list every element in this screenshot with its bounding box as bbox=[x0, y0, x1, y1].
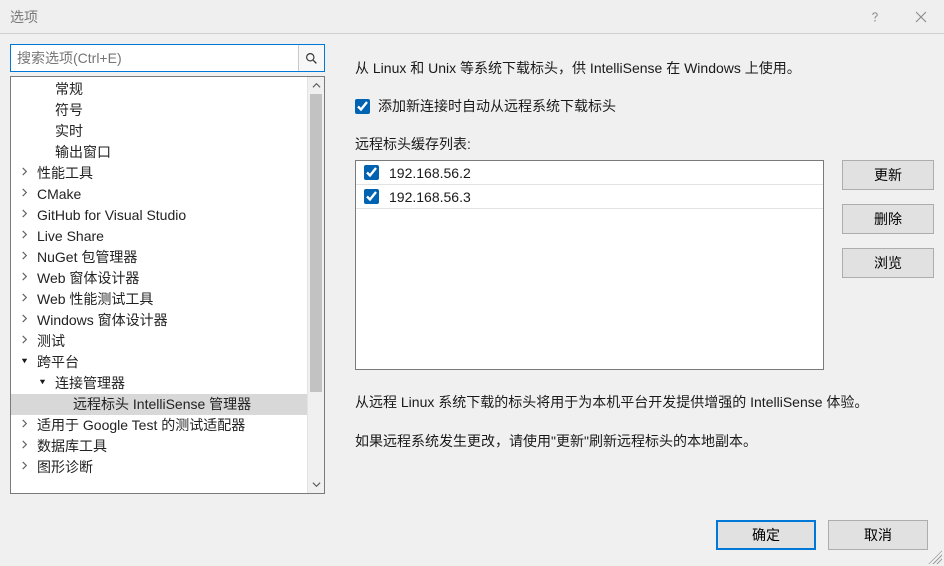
chevron-right-icon[interactable] bbox=[17, 331, 31, 352]
cache-side-buttons: 更新 删除 浏览 bbox=[842, 160, 934, 370]
tree-item[interactable]: Web 性能测试工具 bbox=[11, 289, 307, 310]
auto-download-row[interactable]: 添加新连接时自动从远程系统下载标头 bbox=[355, 96, 934, 116]
panel-description: 从 Linux 和 Unix 等系统下载标头，供 IntelliSense 在 … bbox=[355, 58, 934, 78]
chevron-right-icon[interactable] bbox=[17, 205, 31, 226]
tree-item[interactable]: 输出窗口 bbox=[11, 142, 307, 163]
chevron-right-icon[interactable] bbox=[17, 457, 31, 478]
chevron-right-icon[interactable] bbox=[17, 226, 31, 247]
help-icon bbox=[869, 11, 881, 23]
tree-item-label: 符号 bbox=[55, 100, 83, 121]
help-button[interactable] bbox=[852, 0, 898, 34]
dialog-button-row: 确定 取消 bbox=[716, 520, 928, 550]
tree-item-label: 性能工具 bbox=[37, 163, 93, 184]
browse-button[interactable]: 浏览 bbox=[842, 248, 934, 278]
dialog-body: 常规符号实时输出窗口性能工具CMakeGitHub for Visual Stu… bbox=[0, 34, 944, 494]
tree-item-label: Web 窗体设计器 bbox=[37, 268, 139, 289]
scroll-up[interactable] bbox=[308, 77, 324, 94]
tree-item-label: 跨平台 bbox=[37, 352, 79, 373]
note-2: 如果远程系统发生更改，请使用"更新"刷新远程标头的本地副本。 bbox=[355, 431, 934, 452]
tree-item-label: 适用于 Google Test 的测试适配器 bbox=[37, 415, 245, 436]
chevron-right-icon[interactable] bbox=[17, 163, 31, 184]
chevron-right-icon[interactable] bbox=[17, 310, 31, 331]
note-1: 从远程 Linux 系统下载的标头将用于为本机平台开发提供增强的 Intelli… bbox=[355, 392, 934, 413]
update-button[interactable]: 更新 bbox=[842, 160, 934, 190]
tree-scrollbar[interactable] bbox=[307, 77, 324, 493]
scroll-down[interactable] bbox=[308, 476, 324, 493]
cache-item-checkbox[interactable] bbox=[364, 189, 379, 204]
cache-item-checkbox[interactable] bbox=[364, 165, 379, 180]
chevron-right-icon[interactable] bbox=[17, 184, 31, 205]
tree-item-label: 测试 bbox=[37, 331, 65, 352]
chevron-down-icon[interactable] bbox=[17, 352, 31, 373]
chevron-right-icon[interactable] bbox=[17, 247, 31, 268]
title-bar: 选项 bbox=[0, 0, 944, 34]
tree-item[interactable]: 常规 bbox=[11, 79, 307, 100]
tree-item-label: Live Share bbox=[37, 226, 104, 247]
tree-item-label: 实时 bbox=[55, 121, 83, 142]
cache-listbox[interactable]: 192.168.56.2 192.168.56.3 bbox=[355, 160, 824, 370]
tree-item[interactable]: 性能工具 bbox=[11, 163, 307, 184]
close-button[interactable] bbox=[898, 0, 944, 34]
panel-notes: 从远程 Linux 系统下载的标头将用于为本机平台开发提供增强的 Intelli… bbox=[355, 392, 934, 452]
tree-item[interactable]: 数据库工具 bbox=[11, 436, 307, 457]
tree-item[interactable]: NuGet 包管理器 bbox=[11, 247, 307, 268]
scroll-thumb[interactable] bbox=[310, 94, 322, 392]
tree-item[interactable]: Windows 窗体设计器 bbox=[11, 310, 307, 331]
cache-list-label: 远程标头缓存列表: bbox=[355, 134, 934, 154]
search-box[interactable] bbox=[10, 44, 325, 72]
cache-item-label: 192.168.56.3 bbox=[389, 189, 471, 205]
search-input[interactable] bbox=[11, 45, 298, 71]
cache-list-item[interactable]: 192.168.56.3 bbox=[356, 185, 823, 209]
chevron-up-icon bbox=[312, 81, 321, 90]
close-icon bbox=[915, 11, 927, 23]
tree-item[interactable]: GitHub for Visual Studio bbox=[11, 205, 307, 226]
tree-item[interactable]: 测试 bbox=[11, 331, 307, 352]
tree-item-label: 远程标头 IntelliSense 管理器 bbox=[73, 394, 251, 415]
chevron-down-icon bbox=[312, 480, 321, 489]
tree-item-label: 连接管理器 bbox=[55, 373, 125, 394]
cache-item-label: 192.168.56.2 bbox=[389, 165, 471, 181]
delete-button[interactable]: 删除 bbox=[842, 204, 934, 234]
tree-item-label: Web 性能测试工具 bbox=[37, 289, 153, 310]
cache-list-item[interactable]: 192.168.56.2 bbox=[356, 161, 823, 185]
cancel-button[interactable]: 取消 bbox=[828, 520, 928, 550]
chevron-down-icon[interactable] bbox=[35, 373, 49, 394]
scroll-track[interactable] bbox=[308, 94, 324, 476]
tree-item[interactable]: Web 窗体设计器 bbox=[11, 268, 307, 289]
search-go-button[interactable] bbox=[298, 45, 324, 71]
tree-item-label: Windows 窗体设计器 bbox=[37, 310, 168, 331]
window-title: 选项 bbox=[10, 7, 852, 27]
tree-item-label: 图形诊断 bbox=[37, 457, 93, 478]
tree-item[interactable]: 跨平台 bbox=[11, 352, 307, 373]
ok-button[interactable]: 确定 bbox=[716, 520, 816, 550]
tree-item[interactable]: 适用于 Google Test 的测试适配器 bbox=[11, 415, 307, 436]
tree-item-label: 数据库工具 bbox=[37, 436, 107, 457]
tree-item[interactable]: 图形诊断 bbox=[11, 457, 307, 478]
tree-item[interactable]: 远程标头 IntelliSense 管理器 bbox=[11, 394, 307, 415]
tree-item[interactable]: 连接管理器 bbox=[11, 373, 307, 394]
tree-item[interactable]: 实时 bbox=[11, 121, 307, 142]
tree-item-label: CMake bbox=[37, 184, 81, 205]
chevron-right-icon[interactable] bbox=[17, 436, 31, 457]
tree-item[interactable]: Live Share bbox=[11, 226, 307, 247]
resize-grip[interactable] bbox=[928, 550, 942, 564]
left-column: 常规符号实时输出窗口性能工具CMakeGitHub for Visual Stu… bbox=[10, 44, 325, 494]
auto-download-checkbox[interactable] bbox=[355, 99, 370, 114]
chevron-right-icon[interactable] bbox=[17, 289, 31, 310]
tree-item-label: GitHub for Visual Studio bbox=[37, 205, 186, 226]
tree-item[interactable]: CMake bbox=[11, 184, 307, 205]
tree-item-label: 输出窗口 bbox=[55, 142, 111, 163]
auto-download-label: 添加新连接时自动从远程系统下载标头 bbox=[378, 96, 616, 116]
tree-item-label: 常规 bbox=[55, 79, 83, 100]
chevron-right-icon[interactable] bbox=[17, 268, 31, 289]
tree-item[interactable]: 符号 bbox=[11, 100, 307, 121]
cache-list-row: 192.168.56.2 192.168.56.3 更新 删除 浏览 bbox=[355, 160, 934, 370]
tree-item-label: NuGet 包管理器 bbox=[37, 247, 137, 268]
right-column: 从 Linux 和 Unix 等系统下载标头，供 IntelliSense 在 … bbox=[325, 44, 934, 494]
options-tree-view[interactable]: 常规符号实时输出窗口性能工具CMakeGitHub for Visual Stu… bbox=[11, 77, 307, 493]
search-icon bbox=[305, 52, 318, 65]
chevron-right-icon[interactable] bbox=[17, 415, 31, 436]
options-tree: 常规符号实时输出窗口性能工具CMakeGitHub for Visual Stu… bbox=[10, 76, 325, 494]
